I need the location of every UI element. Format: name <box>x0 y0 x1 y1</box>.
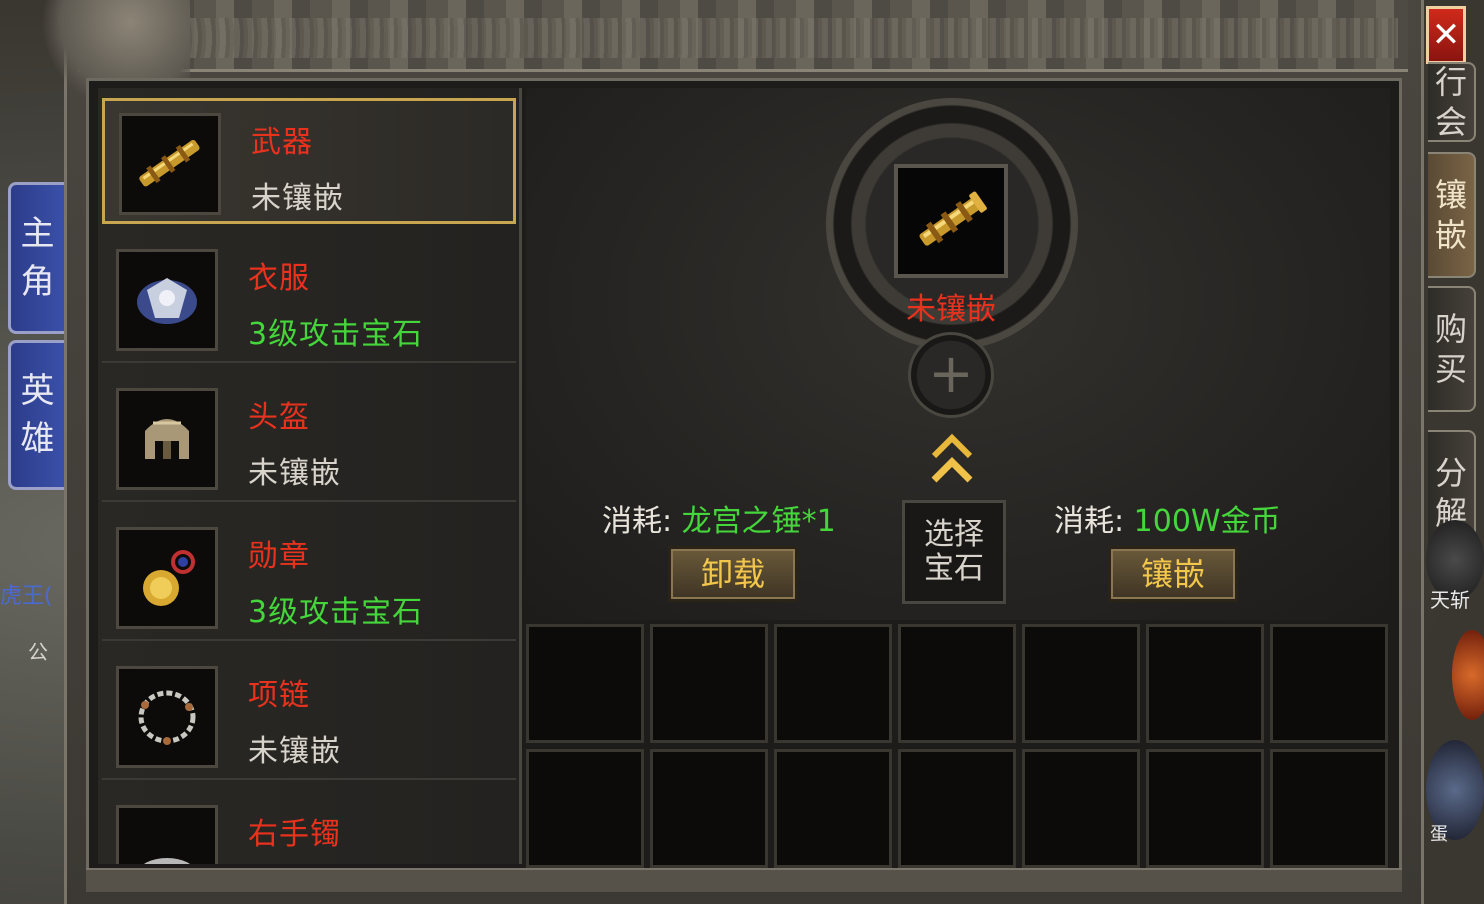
equipment-item-helmet[interactable]: 头盔 未镶嵌 <box>102 376 516 502</box>
skill-label: 天斩 <box>1430 588 1470 612</box>
gem-slot[interactable] <box>1146 624 1264 743</box>
select-gem-label-2: 宝石 <box>924 551 984 586</box>
equipment-slot <box>119 113 221 215</box>
right-tab-label: 购 <box>1434 310 1467 348</box>
gem-slot[interactable] <box>1270 624 1388 743</box>
tab-hero[interactable]: 英 雄 <box>8 340 64 490</box>
right-tab-label: 行 <box>1434 63 1467 101</box>
equipment-item-bracelet[interactable]: 右手镯 <box>102 793 516 864</box>
right-tab-label: 分 <box>1434 454 1467 492</box>
bracelet-icon <box>144 858 190 864</box>
equipment-list[interactable]: 武器 未镶嵌 衣服 3级攻击宝石 头盔 未镶嵌 勋章 3级攻击宝石 项链 未镶嵌 右手镯 <box>98 88 522 864</box>
equipment-item-medal[interactable]: 勋章 3级攻击宝石 <box>102 515 516 641</box>
gem-slot[interactable] <box>1022 749 1140 868</box>
equipment-slot <box>116 388 218 490</box>
right-tab-2[interactable]: 购买 <box>1428 286 1476 412</box>
armor-icon <box>137 278 197 324</box>
gem-slot[interactable] <box>1270 749 1388 868</box>
equipment-item-necklace[interactable]: 项链 未镶嵌 <box>102 654 516 780</box>
equipment-name: 衣服 <box>248 261 310 296</box>
golden-hammer-icon <box>139 139 200 187</box>
add-gem-button[interactable]: + <box>908 332 994 418</box>
select-gem-label-1: 选择 <box>924 517 984 552</box>
fire-orb[interactable] <box>1452 630 1484 720</box>
gem-slot[interactable] <box>1022 624 1140 743</box>
right-tab-1[interactable]: 镶嵌 <box>1428 152 1476 278</box>
necklace-icon <box>138 690 196 745</box>
map-other-label: 公 <box>28 640 48 664</box>
unload-button[interactable]: 卸载 <box>668 546 798 602</box>
equipment-name: 勋章 <box>248 539 310 574</box>
chevron-up-icon <box>931 433 973 483</box>
equipment-status: 3级攻击宝石 <box>248 317 424 352</box>
equipment-status: 未镶嵌 <box>248 734 341 769</box>
equipment-item-golden-hammer[interactable]: 武器 未镶嵌 <box>102 98 516 224</box>
equipment-status: 未镶嵌 <box>248 456 341 491</box>
panel-bottom-border <box>86 868 1402 892</box>
gem-slot[interactable] <box>650 624 768 743</box>
equipment-slot <box>116 805 218 864</box>
selected-equipment-slot[interactable] <box>894 164 1008 278</box>
unload-cost-label: 消耗: <box>602 504 673 539</box>
egg-label: 蛋 <box>1430 824 1448 845</box>
golden-hammer-icon <box>919 191 987 246</box>
close-button[interactable]: ✕ <box>1426 6 1466 64</box>
embed-cost-label: 消耗: <box>1054 504 1125 539</box>
right-tab-label: 会 <box>1434 103 1467 141</box>
right-tab-label: 买 <box>1434 350 1467 388</box>
tab-hero-label-2: 雄 <box>20 419 55 459</box>
gem-slot[interactable] <box>1146 749 1264 868</box>
embed-cost: 消耗: 100W金币 <box>1054 496 1281 540</box>
equipment-name: 右手镯 <box>248 817 341 852</box>
gem-slot[interactable] <box>526 749 644 868</box>
gem-slot[interactable] <box>650 749 768 868</box>
tab-main-character-label-1: 主 <box>20 214 55 254</box>
right-tab-0[interactable]: 行会 <box>1428 62 1476 142</box>
right-tab-label: 镶 <box>1434 176 1467 214</box>
tab-hero-label-1: 英 <box>20 371 55 411</box>
selected-equipment-status: 未镶嵌 <box>906 292 996 327</box>
gem-slot[interactable] <box>774 624 892 743</box>
equipment-slot <box>116 666 218 768</box>
equipment-slot <box>116 249 218 351</box>
equipment-name: 项链 <box>248 678 310 713</box>
gem-slot[interactable] <box>774 749 892 868</box>
select-gem-button[interactable]: 选择 宝石 <box>902 500 1006 604</box>
gem-slot[interactable] <box>526 624 644 743</box>
medal-icon <box>143 550 195 606</box>
equipment-name: 武器 <box>251 125 313 160</box>
equipment-name: 头盔 <box>248 400 310 435</box>
map-npc-label: 虎王( <box>0 584 53 609</box>
equipment-status: 未镶嵌 <box>251 181 344 216</box>
gem-slot[interactable] <box>898 749 1016 868</box>
tab-main-character-label-2: 角 <box>20 262 55 302</box>
helmet-icon <box>145 419 189 459</box>
embed-cost-value: 100W金币 <box>1133 504 1281 539</box>
unload-cost-value: 龙宫之锤*1 <box>681 504 836 539</box>
tab-main-character[interactable]: 主 角 <box>8 182 64 334</box>
gem-inventory-grid <box>526 624 1388 868</box>
equipment-item-armor[interactable]: 衣服 3级攻击宝石 <box>102 237 516 363</box>
right-tab-label: 嵌 <box>1434 216 1467 254</box>
unload-cost: 消耗: 龙宫之锤*1 <box>602 496 836 540</box>
embed-button[interactable]: 镶嵌 <box>1108 546 1238 602</box>
equipment-slot <box>116 527 218 629</box>
gem-slot[interactable] <box>898 624 1016 743</box>
equipment-status: 3级攻击宝石 <box>248 595 424 630</box>
panel-top-border <box>78 0 1408 72</box>
